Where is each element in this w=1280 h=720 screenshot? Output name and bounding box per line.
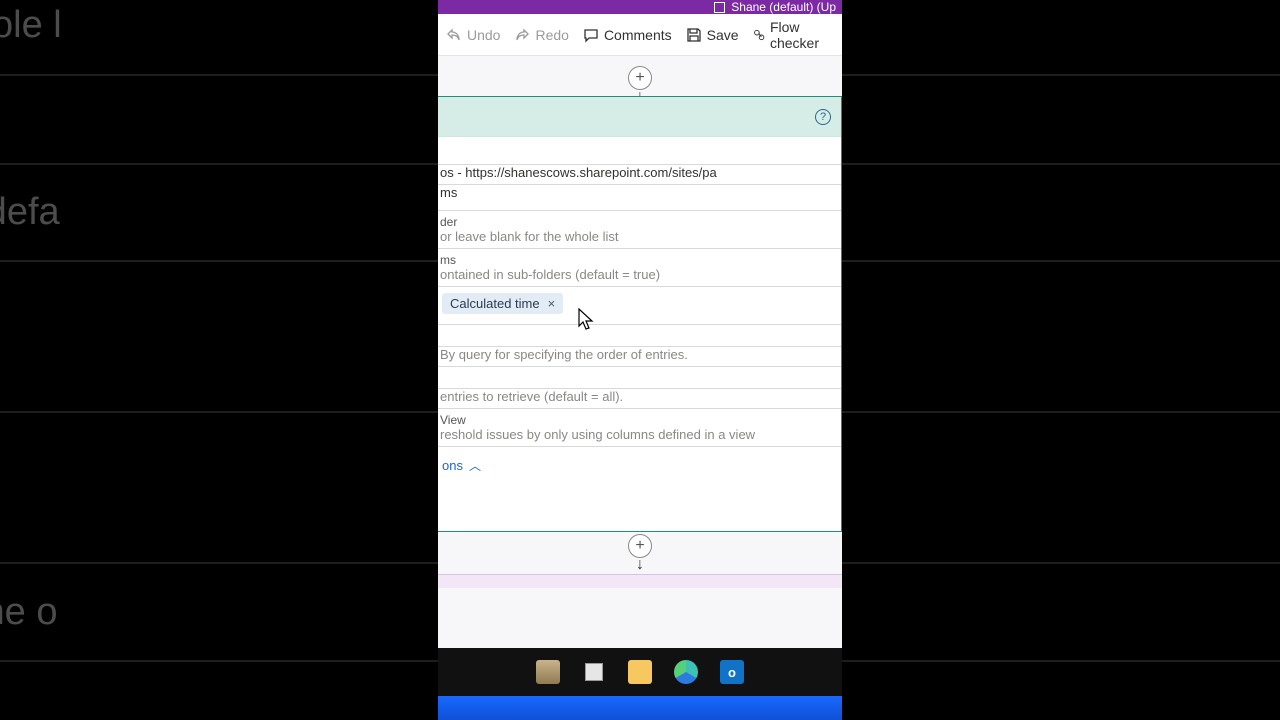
environment-label: Shane (default) (Up	[731, 0, 836, 14]
redo-icon	[514, 27, 530, 43]
nested-items-field[interactable]: ontained in sub-folders (default = true)	[438, 267, 841, 286]
card-header[interactable]: ?	[438, 97, 841, 137]
nested-label: ms	[438, 249, 841, 267]
windows-taskbar: o	[438, 648, 842, 696]
bg-text: By query for specifying the o	[0, 591, 57, 634]
folder-field[interactable]: or leave blank for the whole list	[438, 229, 841, 248]
undo-icon	[446, 27, 462, 43]
orderby-field[interactable]: By query for specifying the order of ent…	[438, 347, 841, 366]
bg-text: ontained in sub-folders (defa	[0, 191, 60, 234]
filter-query-chip[interactable]: Calculated time ×	[442, 293, 563, 314]
action-card[interactable]: ? os - https://shanescows.sharepoint.com…	[438, 96, 842, 532]
app-window: Shane (default) (Up Undo Redo Comments S…	[438, 0, 842, 720]
undo-button[interactable]: Undo	[446, 27, 500, 43]
taskbar-app-1[interactable]	[536, 660, 560, 684]
next-action-card[interactable]	[438, 574, 842, 588]
save-icon	[686, 27, 702, 43]
advanced-options-toggle[interactable]: ons ︿	[438, 447, 841, 484]
file-explorer-icon[interactable]	[628, 660, 652, 684]
plus-icon[interactable]: +	[628, 534, 652, 558]
outlook-icon[interactable]: o	[720, 660, 744, 684]
limit-columns-field[interactable]: reshold issues by only using columns def…	[438, 427, 841, 446]
chevron-up-icon: ︿	[469, 457, 481, 474]
arrow-down-icon: ↓	[636, 556, 644, 574]
flow-checker-button[interactable]: Flow checker	[753, 19, 834, 51]
close-icon[interactable]: ×	[548, 296, 556, 311]
help-icon[interactable]: ?	[815, 109, 831, 125]
comments-button[interactable]: Comments	[583, 27, 672, 43]
list-name-field[interactable]: ms	[438, 185, 841, 204]
environment-picker[interactable]: Shane (default) (Up	[714, 0, 836, 14]
folder-label: der	[438, 211, 841, 229]
top-count-field[interactable]: entries to retrieve (default = all).	[438, 389, 841, 408]
comment-icon	[583, 27, 599, 43]
edge-browser-icon[interactable]	[674, 660, 698, 684]
plus-icon[interactable]: +	[628, 66, 652, 90]
save-button[interactable]: Save	[686, 27, 739, 43]
site-address-field[interactable]: os - https://shanescows.sharepoint.com/s…	[438, 165, 841, 184]
environment-icon	[714, 2, 725, 13]
view-label: View	[438, 409, 841, 427]
bg-text: or leave blank for the whole l	[0, 4, 62, 47]
chip-label: Calculated time	[450, 296, 540, 311]
flow-canvas[interactable]: + ↓ ? os - https://shanescows.sharepoint…	[438, 56, 842, 648]
taskbar-app-2[interactable]	[582, 660, 606, 684]
add-step-bottom[interactable]: + ↓	[628, 534, 652, 574]
redo-button[interactable]: Redo	[514, 27, 568, 43]
toolbar: Undo Redo Comments Save Flow checker	[438, 14, 842, 56]
bottom-brand-bar	[438, 696, 842, 720]
flow-checker-icon	[753, 27, 765, 43]
titlebar: Shane (default) (Up	[438, 0, 842, 14]
